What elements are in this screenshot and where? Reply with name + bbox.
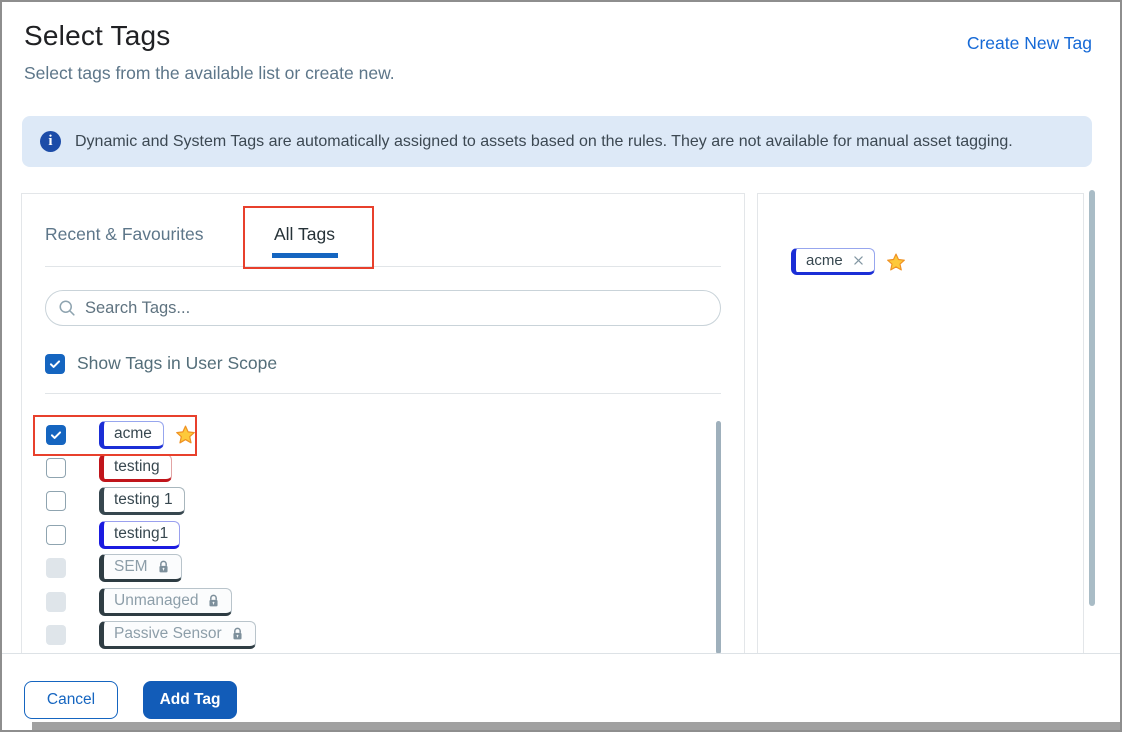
tabs-divider xyxy=(45,266,721,267)
search-icon xyxy=(58,299,76,317)
tag-chip: testing xyxy=(99,454,172,482)
search-tags-input[interactable] xyxy=(85,299,708,318)
scope-filter-row: Show Tags in User Scope xyxy=(45,353,277,374)
tag-list-scrollbar[interactable] xyxy=(716,421,721,654)
info-banner-text: Dynamic and System Tags are automaticall… xyxy=(75,133,1013,151)
active-tab-underline xyxy=(272,253,338,258)
tag-chip-label: testing1 xyxy=(114,524,168,544)
scope-checkbox-label: Show Tags in User Scope xyxy=(77,353,277,374)
tag-checkbox-testing[interactable] xyxy=(46,458,66,478)
tag-checkbox-sem-disabled xyxy=(46,558,66,578)
tag-checkbox-passive-sensor-disabled xyxy=(46,625,66,645)
tag-row-passive-sensor: Passive Sensor xyxy=(22,618,744,651)
tag-row-testing1: testing1 xyxy=(22,518,744,551)
selected-tag-chip: acme xyxy=(791,248,875,275)
tag-checkbox-unmanaged-disabled xyxy=(46,592,66,612)
check-icon xyxy=(48,357,62,371)
selected-tags-panel: acme xyxy=(757,193,1084,654)
tag-chip-label: Passive Sensor xyxy=(114,624,222,644)
tag-chip-label: testing 1 xyxy=(114,490,173,510)
lock-icon xyxy=(207,594,220,608)
check-icon xyxy=(49,428,63,442)
tab-all-tags[interactable]: All Tags xyxy=(274,224,335,245)
tag-row-sem: SEM xyxy=(22,552,744,585)
favourite-star-icon[interactable] xyxy=(175,424,196,445)
favourite-star-icon[interactable] xyxy=(886,252,906,272)
tag-checkbox-testing1[interactable] xyxy=(46,525,66,545)
lock-icon xyxy=(157,560,170,574)
page-subtitle: Select tags from the available list or c… xyxy=(24,63,395,84)
tab-recent-favourites[interactable]: Recent & Favourites xyxy=(45,224,204,245)
tag-chip: SEM xyxy=(99,554,182,582)
tag-checkbox-acme[interactable] xyxy=(46,425,66,445)
selected-tag-row: acme xyxy=(791,248,906,275)
tag-row-unmanaged: Unmanaged xyxy=(22,585,744,618)
dialog-scrollbar[interactable] xyxy=(1089,190,1095,606)
lock-icon xyxy=(231,627,244,641)
tag-chip-label: Unmanaged xyxy=(114,591,198,611)
create-new-tag-link[interactable]: Create New Tag xyxy=(967,33,1092,54)
tag-selection-panel: Recent & Favourites All Tags Show Tags i… xyxy=(21,193,745,654)
tag-chip: Passive Sensor xyxy=(99,621,256,649)
tag-row-testing-1: testing 1 xyxy=(22,485,744,518)
select-tags-dialog: Select Tags Select tags from the availab… xyxy=(0,0,1122,732)
tag-row-acme: acme xyxy=(22,418,744,451)
footer: Cancel Add Tag xyxy=(2,654,1120,724)
tag-chip: testing1 xyxy=(99,521,180,549)
list-divider xyxy=(45,393,721,394)
info-icon: i xyxy=(40,131,61,152)
tag-chip: testing 1 xyxy=(99,487,185,515)
remove-tag-icon[interactable] xyxy=(852,254,865,267)
tag-row-testing: testing xyxy=(22,451,744,484)
selected-tag-label: acme xyxy=(806,251,843,270)
tag-chip-label: SEM xyxy=(114,557,148,577)
cancel-button[interactable]: Cancel xyxy=(24,681,118,719)
tag-chip: acme xyxy=(99,421,164,449)
tag-chip: Unmanaged xyxy=(99,588,232,616)
tag-list: acme testing testing 1 xyxy=(22,418,744,652)
tag-chip-label: acme xyxy=(114,424,152,444)
page-bottom-strip xyxy=(32,722,1120,730)
search-tags-box[interactable] xyxy=(45,290,721,326)
scope-checkbox[interactable] xyxy=(45,354,65,374)
page-title: Select Tags xyxy=(24,20,170,52)
tag-chip-label: testing xyxy=(114,457,160,477)
info-banner: i Dynamic and System Tags are automatica… xyxy=(22,116,1092,167)
add-tag-button[interactable]: Add Tag xyxy=(143,681,237,719)
tag-checkbox-testing-1[interactable] xyxy=(46,491,66,511)
